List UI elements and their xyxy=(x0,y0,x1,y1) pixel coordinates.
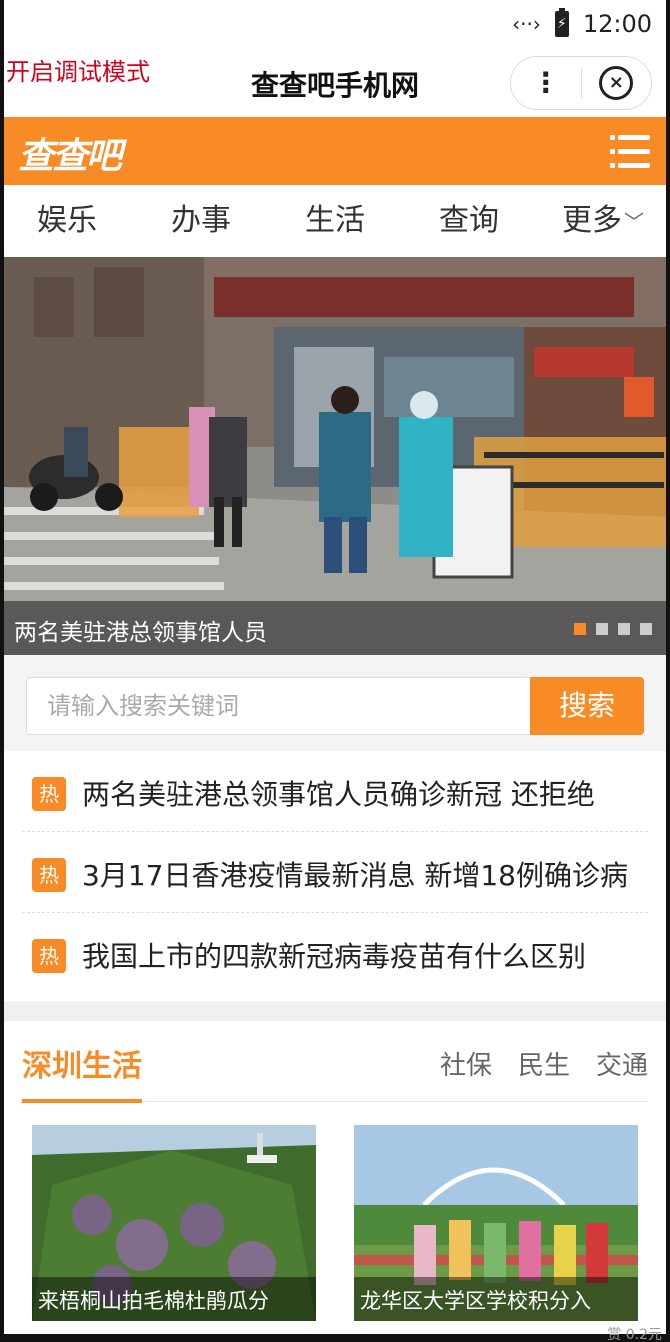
menu-list-icon[interactable] xyxy=(610,135,650,169)
site-header: 查查吧 xyxy=(0,117,670,185)
category-entertainment[interactable]: 娱乐 xyxy=(0,185,134,257)
hot-badge: 热 xyxy=(32,777,66,811)
category-affairs[interactable]: 办事 xyxy=(134,185,268,257)
hot-news-item[interactable]: 热 我国上市的四款新冠病毒疫苗有什么区别 xyxy=(22,913,648,993)
hot-news-title: 两名美驻港总领事馆人员确诊新冠 还拒绝 xyxy=(82,778,595,811)
carousel-dot[interactable] xyxy=(596,623,608,635)
search-button[interactable]: 搜索 xyxy=(530,677,644,735)
hot-news-title: 我国上市的四款新冠病毒疫苗有什么区别 xyxy=(82,940,587,973)
carousel-dot[interactable] xyxy=(618,623,630,635)
carousel-dot[interactable] xyxy=(640,623,652,635)
hot-news-title: 3月17日香港疫情最新消息 新增18例确诊病 xyxy=(82,859,628,892)
site-logo[interactable]: 查查吧 xyxy=(18,127,122,179)
card-caption: 来梧桐山拍毛棉杜鹃瓜分 xyxy=(38,1289,269,1313)
category-more[interactable]: 更多 ﹀ xyxy=(536,185,670,257)
section-divider xyxy=(0,1001,670,1021)
close-button[interactable]: × xyxy=(582,66,652,100)
category-label: 生活 xyxy=(305,203,365,238)
hot-news-item[interactable]: 热 3月17日香港疫情最新消息 新增18例确诊病 xyxy=(22,832,648,913)
tab-social-security[interactable]: 社保 xyxy=(440,1045,492,1082)
battery-charging-icon: ⚡ xyxy=(554,8,569,37)
hot-badge: 热 xyxy=(32,939,66,973)
category-label: 查询 xyxy=(439,203,499,238)
carousel-dot-active[interactable] xyxy=(574,623,586,635)
category-life[interactable]: 生活 xyxy=(268,185,402,257)
section-header: 深圳生活 社保 民生 交通 xyxy=(22,1021,648,1103)
screen-border-bottom xyxy=(0,1334,670,1342)
article-card[interactable]: 来梧桐山拍毛棉杜鹃瓜分 xyxy=(32,1125,316,1321)
category-nav: 娱乐 办事 生活 查询 更多 ﹀ xyxy=(0,185,670,257)
banner-caption-bar: 两名美驻港总领事馆人员 xyxy=(4,601,666,655)
card-caption: 龙华区大学区学校积分入 xyxy=(360,1289,591,1313)
section-title[interactable]: 深圳生活 xyxy=(22,1041,142,1103)
card-caption-bar: 来梧桐山拍毛棉杜鹃瓜分 xyxy=(32,1277,316,1321)
banner-caption: 两名美驻港总领事馆人员 xyxy=(14,620,267,646)
banner-photo xyxy=(4,257,666,655)
category-label: 娱乐 xyxy=(37,203,97,238)
tab-traffic[interactable]: 交通 xyxy=(596,1045,648,1082)
app-frame: ‹··› ⚡ 12:00 开启调试模式 查查吧手机网 ⋮ × 查查吧 娱乐 办事… xyxy=(0,0,670,1342)
category-label: 办事 xyxy=(171,203,231,238)
article-cards: 来梧桐山拍毛棉杜鹃瓜分 龙华区大学区学校积分入 xyxy=(32,1125,638,1321)
mini-program-title-bar: 开启调试模式 查查吧手机网 ⋮ × xyxy=(0,52,670,116)
shenzhen-life-section: 深圳生活 社保 民生 交通 来梧桐山拍毛棉杜鹃瓜分 龙华区大学区学校积分入 xyxy=(0,1021,670,1342)
capsule-menu: ⋮ × xyxy=(510,56,652,110)
hot-news-list: 热 两名美驻港总领事馆人员确诊新冠 还拒绝 热 3月17日香港疫情最新消息 新增… xyxy=(0,751,670,1001)
category-label: 更多 xyxy=(562,203,622,238)
search-bar: 请输入搜索关键词 搜索 xyxy=(0,655,670,751)
banner-carousel[interactable]: 两名美驻港总领事馆人员 xyxy=(4,257,666,655)
card-caption-bar: 龙华区大学区学校积分入 xyxy=(354,1277,638,1321)
status-time: 12:00 xyxy=(582,10,652,38)
screen-border-right xyxy=(666,0,670,1342)
more-dots-icon[interactable]: ⋮ xyxy=(511,69,581,97)
hot-badge: 热 xyxy=(32,858,66,892)
category-query[interactable]: 查询 xyxy=(402,185,536,257)
footer-partial-text: 赏 0.2元 xyxy=(607,1327,662,1342)
status-icons: ‹··› ⚡ 12:00 xyxy=(512,8,652,38)
screen-border-left xyxy=(0,0,4,1342)
data-signal-icon: ‹··› xyxy=(512,12,541,36)
search-input[interactable]: 请输入搜索关键词 xyxy=(26,677,530,735)
close-circle-icon: × xyxy=(599,66,634,100)
status-bar: ‹··› ⚡ 12:00 xyxy=(0,0,670,52)
section-tabs: 社保 民生 交通 xyxy=(440,1045,648,1082)
tab-livelihood[interactable]: 民生 xyxy=(518,1045,570,1082)
article-card[interactable]: 龙华区大学区学校积分入 xyxy=(354,1125,638,1321)
chevron-down-icon: ﹀ xyxy=(624,209,644,234)
hot-news-item[interactable]: 热 两名美驻港总领事馆人员确诊新冠 还拒绝 xyxy=(22,751,648,832)
carousel-indicators xyxy=(574,623,652,635)
